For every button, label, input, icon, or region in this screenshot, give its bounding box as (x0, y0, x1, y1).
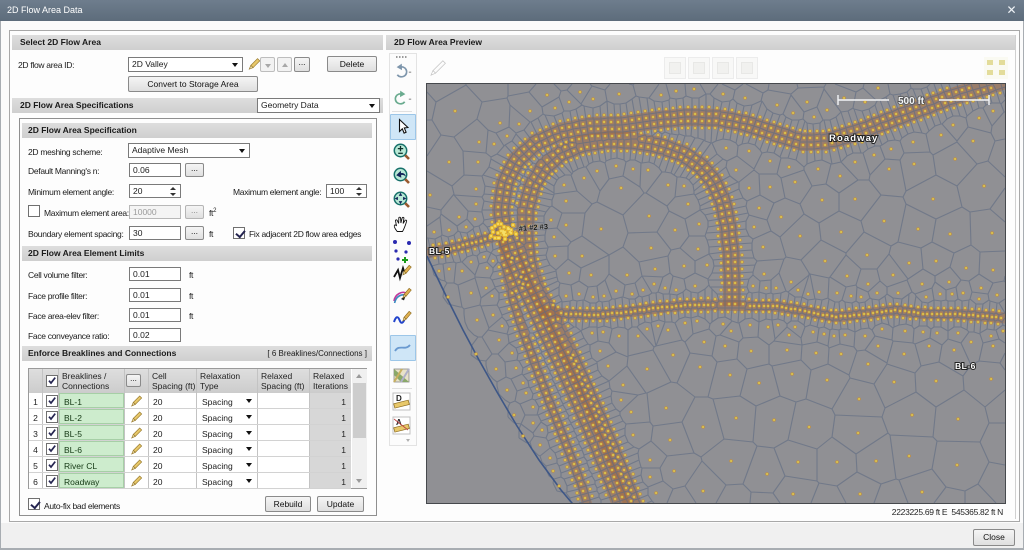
svg-text:Roadway: Roadway (829, 133, 878, 144)
svg-text:BL-6: BL-6 (955, 361, 976, 371)
svg-text:BL-5: BL-5 (429, 246, 450, 256)
svg-text:500 ft: 500 ft (898, 96, 925, 107)
